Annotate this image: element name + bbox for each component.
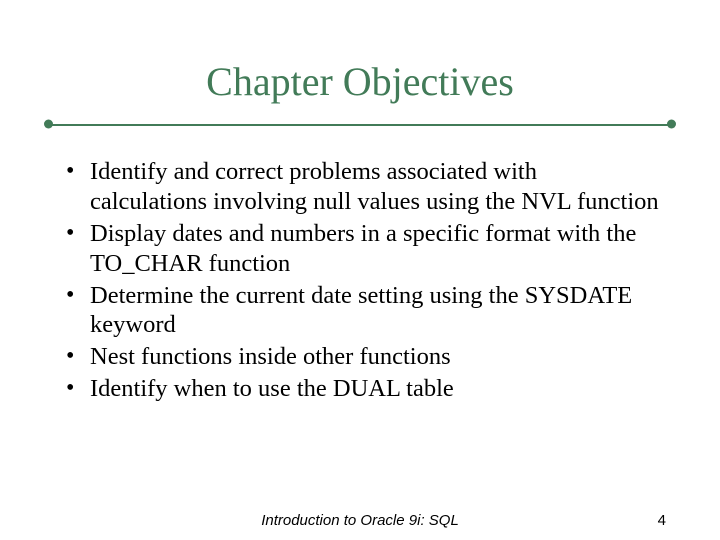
footer-text: Introduction to Oracle 9i: SQL	[261, 512, 459, 529]
list-item: Nest functions inside other functions	[60, 342, 660, 372]
list-item: Determine the current date setting using…	[60, 281, 660, 341]
list-item: Identify when to use the DUAL table	[60, 374, 660, 404]
divider-dot-right	[667, 120, 676, 129]
bullet-list: Identify and correct problems associated…	[60, 157, 660, 404]
title-divider	[48, 119, 672, 129]
slide-title: Chapter Objectives	[0, 0, 720, 105]
content-area: Identify and correct problems associated…	[0, 129, 720, 404]
list-item: Display dates and numbers in a specific …	[60, 219, 660, 279]
divider-line	[48, 124, 672, 126]
list-item: Identify and correct problems associated…	[60, 157, 660, 217]
page-number: 4	[658, 512, 666, 529]
slide: Chapter Objectives Identify and correct …	[0, 0, 720, 540]
